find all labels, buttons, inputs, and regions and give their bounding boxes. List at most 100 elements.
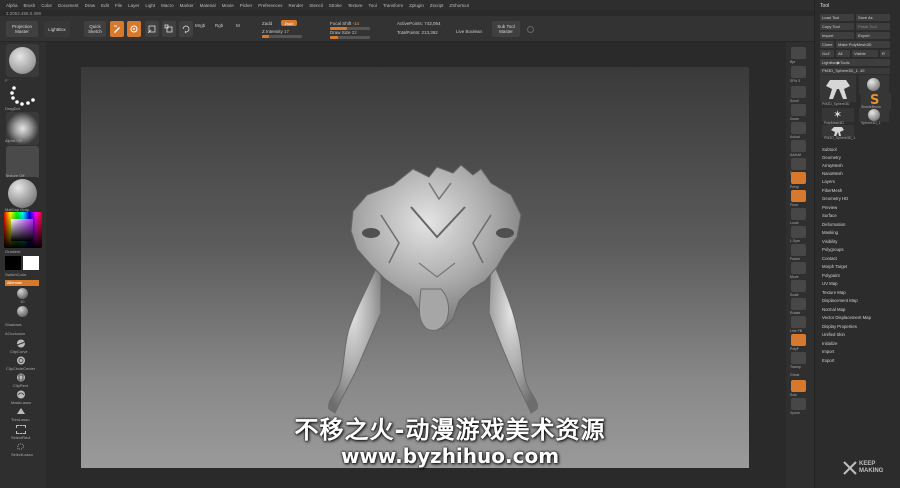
goz-visible-button[interactable]: Visible (852, 50, 878, 57)
section-layers[interactable]: Layers (822, 179, 835, 184)
rotate-view-button[interactable] (791, 298, 806, 310)
section-morph-target[interactable]: Morph Target (822, 264, 847, 269)
tool-thumb-pm3d-sphere[interactable] (820, 75, 856, 102)
aocclusion-caption[interactable]: AOcclusion (5, 331, 25, 336)
zsub-toggle[interactable]: Zsub (281, 20, 297, 26)
main-color-swatch[interactable] (5, 256, 21, 270)
shadow-ball-icon[interactable] (17, 306, 28, 317)
section-displacement-map[interactable]: Displacement Map (822, 298, 858, 303)
z-intensity-slider-label[interactable]: Z Intensity 17 (262, 29, 289, 34)
section-preview[interactable]: Preview (822, 205, 837, 210)
projection-master-button[interactable]: Projection Master (6, 21, 38, 37)
section-unified-skin[interactable]: Unified Skin (822, 332, 845, 337)
goz-button[interactable]: GoZ (820, 50, 834, 57)
lightbox-tools-button[interactable]: Lightbox▶Tools (820, 59, 890, 66)
tool-thumb-sphere3d-1[interactable] (859, 108, 889, 122)
menu-picker[interactable]: Picker (240, 3, 253, 8)
bpr-button[interactable] (791, 47, 806, 59)
section-arraymesh[interactable]: ArrayMesh (822, 163, 843, 168)
export-button[interactable]: Export (856, 32, 890, 39)
section-masking[interactable]: Masking (822, 230, 838, 235)
cliprect-icon[interactable] (16, 373, 26, 382)
light-ball-icon[interactable] (17, 288, 28, 299)
section-display-properties[interactable]: Display Properties (822, 324, 857, 329)
rotate-mode-button[interactable] (179, 21, 193, 37)
subtool-master-button[interactable]: Sub Tool Master (492, 21, 520, 37)
load-tool-button[interactable]: Load Tool (820, 14, 854, 21)
tool-thumb-sphere3d[interactable] (859, 75, 889, 94)
mrgb-toggle[interactable]: Mrgb (195, 23, 205, 28)
secondary-color-swatch[interactable] (23, 256, 39, 270)
local-button[interactable] (791, 208, 806, 220)
save-as-button[interactable]: Save As (856, 14, 890, 21)
material-thumbnail[interactable] (6, 177, 39, 210)
menu-zshortcut[interactable]: ZShortcut (449, 3, 469, 8)
zadd-toggle[interactable]: Zadd (262, 21, 272, 26)
menu-edit[interactable]: Edit (101, 3, 109, 8)
menu-movie[interactable]: Movie (222, 3, 234, 8)
section-normal-map[interactable]: Normal Map (822, 307, 845, 312)
menu-stencil[interactable]: Stencil (309, 3, 323, 8)
scale-mode-button[interactable] (162, 21, 176, 37)
menu-macro[interactable]: Macro (161, 3, 174, 8)
goz-r-button[interactable]: R (880, 50, 890, 57)
clipcircle-icon[interactable] (16, 356, 26, 365)
linefill-button[interactable] (791, 316, 806, 328)
clipcurve-icon[interactable] (16, 339, 26, 348)
draw-size-slider[interactable] (330, 36, 370, 39)
menu-color[interactable]: Color (41, 3, 52, 8)
section-uv-map[interactable]: UV Map (822, 281, 838, 286)
menu-light[interactable]: Light (145, 3, 155, 8)
spix-button[interactable] (791, 66, 806, 78)
menu-layer[interactable]: Layer (128, 3, 139, 8)
menu-zscript[interactable]: Zscript (430, 3, 444, 8)
floor-button[interactable] (791, 190, 806, 202)
masklasso-icon[interactable] (16, 390, 26, 399)
section-geometry-hd[interactable]: Geometry HD (822, 196, 848, 201)
move-mode-button[interactable] (145, 21, 159, 37)
menu-file[interactable]: File (115, 3, 122, 8)
section-initialize[interactable]: Initialize (822, 341, 838, 346)
zoom-button[interactable] (791, 104, 806, 116)
dynamic-button[interactable] (791, 158, 806, 170)
section-geometry[interactable]: Geometry (822, 155, 841, 160)
persp-button[interactable] (791, 172, 806, 184)
copy-tool-button[interactable]: Copy Tool (820, 23, 854, 30)
menu-marker[interactable]: Marker (180, 3, 194, 8)
sculpt-model[interactable] (81, 67, 749, 468)
frame-button[interactable] (791, 244, 806, 256)
quick-sketch-button[interactable]: Quick Sketch (84, 21, 106, 37)
menu-texture[interactable]: Texture (348, 3, 363, 8)
help-circle-icon[interactable] (527, 26, 534, 33)
scale-view-button[interactable] (791, 280, 806, 292)
menu-document[interactable]: Document (58, 3, 79, 8)
alternate-button[interactable]: Alternate (5, 280, 39, 286)
m-toggle[interactable]: M (236, 23, 240, 28)
draw-size-slider-label[interactable]: Draw Size 22 (330, 30, 357, 35)
section-import[interactable]: Import (822, 349, 834, 354)
rgb-toggle[interactable]: Rgb (215, 23, 223, 28)
section-texture-map[interactable]: Texture Map (822, 290, 846, 295)
clone-button[interactable]: Clone (820, 41, 834, 48)
draw-mode-button[interactable] (127, 21, 141, 37)
shadows-caption[interactable]: Shadows (5, 322, 21, 327)
menu-tool[interactable]: Tool (369, 3, 377, 8)
menu-stroke[interactable]: Stroke (329, 3, 342, 8)
actual-button[interactable] (791, 122, 806, 134)
import-button[interactable]: Import (820, 32, 854, 39)
tool-thumb-polymesh3d[interactable]: ✶ (822, 108, 854, 122)
lsym-button[interactable] (791, 226, 806, 238)
menu-alpha[interactable]: Alpha (6, 3, 18, 8)
paste-tool-button[interactable]: Paste Tool (856, 23, 890, 30)
section-subtool[interactable]: Subtool (822, 147, 837, 152)
xpose-button[interactable] (791, 398, 806, 410)
aahalf-button[interactable] (791, 140, 806, 152)
section-vector-displacement-map[interactable]: Vector Displacement Map (822, 315, 871, 320)
menu-preferences[interactable]: Preferences (258, 3, 282, 8)
document-canvas[interactable] (81, 67, 749, 468)
goz-all-button[interactable]: All (836, 50, 850, 57)
menu-draw[interactable]: Draw (85, 3, 96, 8)
color-picker-square[interactable] (11, 219, 33, 241)
current-tool-slider[interactable]: PM3D_Sphere3D_1. 49 (820, 68, 890, 74)
live-boolean-button[interactable]: Live Boolean (456, 29, 482, 34)
